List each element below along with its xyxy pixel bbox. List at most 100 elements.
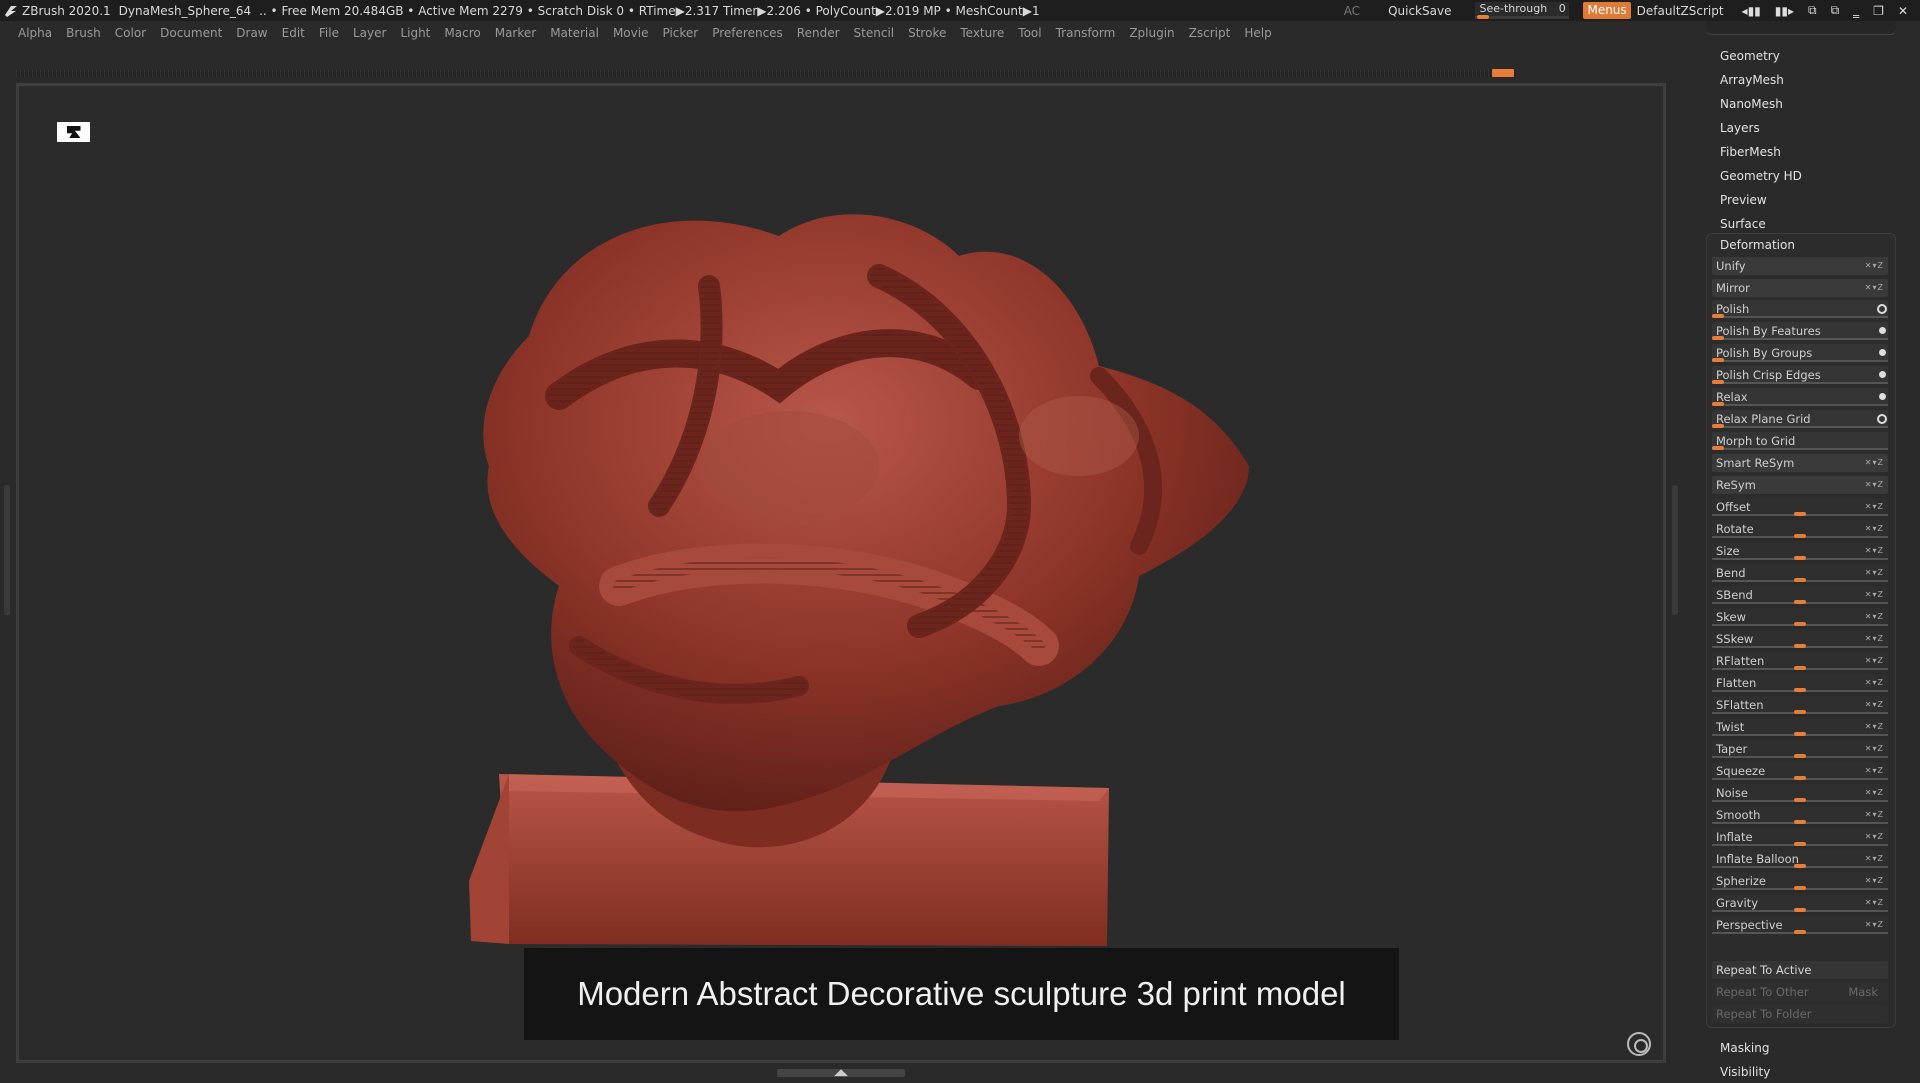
left-tray-handle[interactable] <box>4 485 10 615</box>
menu-edit[interactable]: Edit <box>282 26 305 40</box>
axis-flags[interactable]: ✕▾Z <box>1865 718 1884 736</box>
minimize-icon[interactable]: ‗ <box>1853 4 1859 18</box>
repeat-to-active-button[interactable]: Repeat To Active <box>1712 961 1888 979</box>
section-preview[interactable]: Preview <box>1706 189 1896 211</box>
menu-preferences[interactable]: Preferences <box>712 26 783 40</box>
axis-flags[interactable]: ✕▾Z <box>1865 520 1884 538</box>
slider-knob[interactable] <box>1712 402 1724 406</box>
slider-knob[interactable] <box>1712 336 1724 340</box>
slider-knob[interactable] <box>1794 820 1806 824</box>
section-geometry[interactable]: Geometry <box>1706 45 1896 67</box>
axis-flags[interactable]: ✕▾Z <box>1865 762 1884 780</box>
slider-twist[interactable]: Twist ✕▾Z <box>1712 718 1888 736</box>
axis-flags[interactable]: ✕▾Z <box>1865 498 1884 516</box>
slider-sskew[interactable]: SSkew ✕▾Z <box>1712 630 1888 648</box>
dot-toggle-icon[interactable] <box>1879 327 1886 334</box>
copy-layout-icon[interactable]: ⧉ <box>1808 3 1817 18</box>
axis-flags[interactable]: ✕▾Z <box>1865 894 1884 912</box>
axis-flags[interactable]: ✕▾Z <box>1865 916 1884 934</box>
menu-light[interactable]: Light <box>400 26 430 40</box>
ring-toggle-icon[interactable] <box>1877 304 1887 314</box>
axis-flags[interactable]: ✕▾Z <box>1865 542 1884 560</box>
slider-noise[interactable]: Noise ✕▾Z <box>1712 784 1888 802</box>
dot-toggle-icon[interactable] <box>1879 371 1886 378</box>
layout-left-icon[interactable]: ◂▮▮ <box>1742 4 1761 18</box>
menu-zscript[interactable]: Zscript <box>1189 26 1231 40</box>
dot-toggle-icon[interactable] <box>1879 393 1886 400</box>
menu-texture[interactable]: Texture <box>960 26 1004 40</box>
axis-flags[interactable]: ✕▾Z <box>1865 564 1884 582</box>
section-masking[interactable]: Masking <box>1706 1037 1896 1059</box>
slider-sflatten[interactable]: SFlatten ✕▾Z <box>1712 696 1888 714</box>
slider-taper[interactable]: Taper ✕▾Z <box>1712 740 1888 758</box>
axis-flags[interactable]: ✕▾Z <box>1865 806 1884 824</box>
slider-knob[interactable] <box>1794 798 1806 802</box>
slider-knob[interactable] <box>1712 380 1724 384</box>
menu-layer[interactable]: Layer <box>353 26 386 40</box>
axis-flags[interactable]: ✕▾Z <box>1865 608 1884 626</box>
axis-flags[interactable]: ✕▾Z <box>1865 696 1884 714</box>
button-resym[interactable]: ReSym ✕▾Z <box>1712 476 1888 494</box>
floor-target-icon[interactable] <box>1627 1032 1651 1056</box>
slider-perspective[interactable]: Perspective ✕▾Z <box>1712 916 1888 934</box>
slider-knob[interactable] <box>1794 512 1806 516</box>
ring-toggle-icon[interactable] <box>1877 414 1887 424</box>
menu-macro[interactable]: Macro <box>444 26 480 40</box>
axis-flags[interactable]: ✕▾Z <box>1865 850 1884 868</box>
axis-flags[interactable]: ✕▾Z <box>1865 740 1884 758</box>
axis-flags[interactable]: ✕▾Z <box>1865 872 1884 890</box>
slider-bend[interactable]: Bend ✕▾Z <box>1712 564 1888 582</box>
menu-tool[interactable]: Tool <box>1018 26 1041 40</box>
axis-flags[interactable]: ✕▾Z <box>1865 476 1884 494</box>
section-layers[interactable]: Layers <box>1706 117 1896 139</box>
paste-layout-icon[interactable]: ⧉ <box>1831 3 1840 18</box>
slider-polish-by-features[interactable]: Polish By Features <box>1712 322 1888 340</box>
close-icon[interactable]: ✕ <box>1898 4 1908 18</box>
slider-knob[interactable] <box>1794 842 1806 846</box>
menu-transform[interactable]: Transform <box>1056 26 1116 40</box>
menus-button[interactable]: Menus <box>1583 2 1631 19</box>
slider-knob[interactable] <box>1794 600 1806 604</box>
slider-knob[interactable] <box>1794 556 1806 560</box>
menu-stroke[interactable]: Stroke <box>908 26 946 40</box>
axis-flags[interactable]: ✕▾Z <box>1865 784 1884 802</box>
menu-help[interactable]: Help <box>1244 26 1271 40</box>
slider-knob[interactable] <box>1794 886 1806 890</box>
slider-flatten[interactable]: Flatten ✕▾Z <box>1712 674 1888 692</box>
quicksave-button[interactable]: QuickSave <box>1388 4 1451 18</box>
slider-spherize[interactable]: Spherize ✕▾Z <box>1712 872 1888 890</box>
bottom-tray-handle[interactable]: ◢◣ <box>777 1068 905 1078</box>
slider-morph-to-grid[interactable]: Morph to Grid <box>1712 432 1888 450</box>
menu-alpha[interactable]: Alpha <box>18 26 52 40</box>
canvas-viewport[interactable]: Modern Abstract Decorative sculpture 3d … <box>16 83 1666 1063</box>
slider-knob[interactable] <box>1794 776 1806 780</box>
axis-flags[interactable]: ✕▾Z <box>1865 279 1884 297</box>
slider-skew[interactable]: Skew ✕▾Z <box>1712 608 1888 626</box>
slider-gravity[interactable]: Gravity ✕▾Z <box>1712 894 1888 912</box>
slider-knob[interactable] <box>1712 424 1724 428</box>
slider-relax[interactable]: Relax <box>1712 388 1888 406</box>
slider-inflate[interactable]: Inflate ✕▾Z <box>1712 828 1888 846</box>
axis-flags[interactable]: ✕▾Z <box>1865 630 1884 648</box>
axis-flags[interactable]: ✕▾Z <box>1865 674 1884 692</box>
slider-rotate[interactable]: Rotate ✕▾Z <box>1712 520 1888 538</box>
section-arraymesh[interactable]: ArrayMesh <box>1706 69 1896 91</box>
slider-relax-plane-grid[interactable]: Relax Plane Grid <box>1712 410 1888 428</box>
layout-right-icon[interactable]: ▮▮▸ <box>1775 4 1794 18</box>
see-through-slider[interactable]: See-through 0 <box>1475 2 1570 19</box>
menu-document[interactable]: Document <box>160 26 222 40</box>
section-geometry-hd[interactable]: Geometry HD <box>1706 165 1896 187</box>
slider-size[interactable]: Size ✕▾Z <box>1712 542 1888 560</box>
right-tray-handle[interactable] <box>1672 485 1678 615</box>
repeat-to-other-button[interactable]: Repeat To Other Mask <box>1712 983 1888 1001</box>
toggle-unify[interactable]: Unify ✕▾Z <box>1712 257 1888 275</box>
restore-icon[interactable]: ❐ <box>1873 4 1884 18</box>
slider-knob[interactable] <box>1794 578 1806 582</box>
axis-flags[interactable]: ✕▾Z <box>1865 586 1884 604</box>
menu-draw[interactable]: Draw <box>236 26 267 40</box>
axis-flags[interactable]: ✕▾Z <box>1865 828 1884 846</box>
slider-knob[interactable] <box>1794 644 1806 648</box>
timeline-ruler[interactable] <box>16 69 1516 77</box>
slider-sbend[interactable]: SBend ✕▾Z <box>1712 586 1888 604</box>
mask-toggle[interactable]: Mask <box>1848 983 1878 1001</box>
